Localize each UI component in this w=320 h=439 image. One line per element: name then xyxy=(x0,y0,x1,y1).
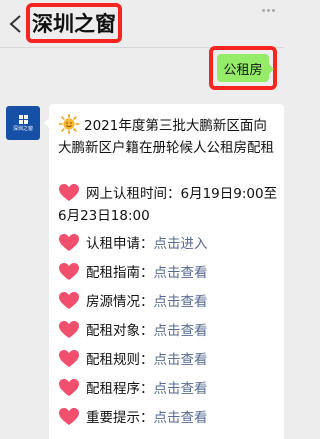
sun-icon xyxy=(58,114,80,134)
heart-icon xyxy=(59,292,79,309)
chat-header: 深圳之窗 xyxy=(0,0,284,48)
item-label: 认租申请： xyxy=(86,236,154,252)
item-label: 配租对象： xyxy=(86,323,154,339)
list-item: 重要提示：点击查看 xyxy=(58,407,280,429)
list-item: 配租对象：点击查看 xyxy=(58,320,280,342)
outgoing-message-text: 公租房 xyxy=(223,62,263,78)
message-intro: 2021年度第三批大鹏新区面向大鹏新区户籍在册轮候人公租房配租 xyxy=(58,114,280,159)
list-item: 认租申请：点击进入 xyxy=(58,233,280,255)
item-label: 配租程序： xyxy=(86,381,154,397)
time-line: 网上认租时间：6月19日9:00至6月23日18:00 xyxy=(58,183,280,227)
item-label: 房源情况： xyxy=(86,294,154,310)
heart-icon xyxy=(59,321,79,338)
list-item: 配租程序：点击查看 xyxy=(58,378,280,400)
housing-link[interactable]: 点击查看 xyxy=(154,294,208,310)
logo-grid-icon xyxy=(18,114,28,124)
heart-icon xyxy=(59,408,79,425)
heart-icon xyxy=(59,379,79,396)
back-arrow-icon[interactable] xyxy=(8,14,26,34)
heart-icon xyxy=(59,184,79,201)
item-label: 配租规则： xyxy=(86,352,154,368)
guide-link[interactable]: 点击查看 xyxy=(154,265,208,281)
rules-link[interactable]: 点击查看 xyxy=(154,352,208,368)
chat-title: 深圳之窗 xyxy=(32,12,116,36)
list-item: 配租指南：点击查看 xyxy=(58,262,280,284)
more-options-icon[interactable] xyxy=(262,4,282,16)
outgoing-bubble-tail xyxy=(269,64,274,74)
item-label: 重要提示： xyxy=(86,410,154,426)
intro-text: 2021年度第三批大鹏新区面向大鹏新区户籍在册轮候人公租房配租 xyxy=(58,118,274,156)
heart-icon xyxy=(59,263,79,280)
outgoing-message-bubble[interactable]: 公租房 xyxy=(217,54,269,82)
outgoing-message-highlight: 公租房 xyxy=(209,46,277,90)
heart-icon xyxy=(59,350,79,367)
notice-link[interactable]: 点击查看 xyxy=(154,410,208,426)
heart-icon xyxy=(59,234,79,251)
time-text: 网上认租时间：6月19日9:00至6月23日18:00 xyxy=(58,186,278,224)
procedure-link[interactable]: 点击查看 xyxy=(154,381,208,397)
avatar-label: 深圳之窗 xyxy=(12,125,33,132)
chat-title-highlight: 深圳之窗 xyxy=(26,3,122,43)
target-link[interactable]: 点击查看 xyxy=(154,323,208,339)
list-item: 房源情况：点击查看 xyxy=(58,291,280,313)
apply-link[interactable]: 点击进入 xyxy=(154,236,208,252)
list-item: 配租规则：点击查看 xyxy=(58,349,280,371)
item-label: 配租指南： xyxy=(86,265,154,281)
sender-avatar[interactable]: 深圳之窗 xyxy=(6,106,40,140)
